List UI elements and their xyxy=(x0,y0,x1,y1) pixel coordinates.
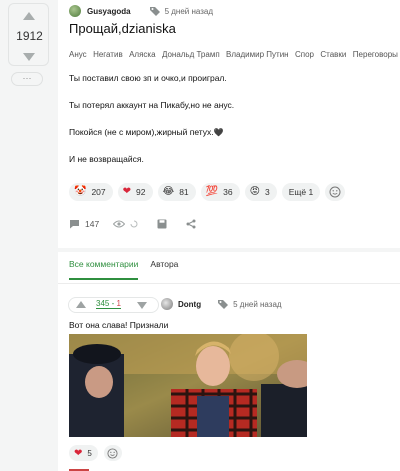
comment-author-name[interactable]: Dontg xyxy=(178,300,201,309)
comment-text: Вот она слава! Признали xyxy=(69,320,169,330)
comment-score-plus: 345 xyxy=(96,299,110,308)
comment-icon xyxy=(70,220,79,229)
reaction-count: 207 xyxy=(91,187,106,197)
rating-rail: 1912 ··· xyxy=(0,0,58,471)
post-text-line: И не возвращайся. xyxy=(69,154,144,164)
reaction-angry[interactable]: 😡 3 xyxy=(244,183,277,201)
comment-vote-box: 345 - 1 xyxy=(68,297,159,313)
more-reactions-button[interactable]: Ещё 1 xyxy=(281,183,321,201)
save-icon xyxy=(157,219,167,229)
tag-link[interactable]: Переговоры xyxy=(353,50,398,59)
tag-link[interactable]: Аляска xyxy=(129,50,155,59)
angry-icon: 😡 xyxy=(249,186,261,197)
post-vote-box: 1912 xyxy=(8,3,49,66)
add-reaction-icon xyxy=(329,186,341,198)
post-rating: 1912 xyxy=(16,29,43,43)
comment-like-button[interactable]: ❤ 5 xyxy=(69,445,98,461)
tag-link[interactable]: Ставки xyxy=(320,50,346,59)
post-title[interactable]: Прощай,dzianiska xyxy=(69,21,176,36)
comments-card: Все комментарии Автора 345 - 1 Dontg 5 д… xyxy=(58,252,400,471)
reactions-bar: 🤡 207 ❤ 92 😂 81 💯 36 😡 3 Ещё 1 xyxy=(69,183,346,201)
reaction-count: 36 xyxy=(223,187,233,197)
views-indicator xyxy=(113,220,143,228)
post-text-span: Покойся (не с миром),жирный петух. xyxy=(69,127,214,137)
comment-image[interactable] xyxy=(69,334,307,437)
tabs-divider xyxy=(58,283,400,284)
post-time: 5 дней назад xyxy=(164,6,214,16)
hundred-icon: 💯 xyxy=(205,186,219,197)
comment-like-count: 5 xyxy=(87,448,92,458)
comment-downvote-icon[interactable] xyxy=(137,302,147,309)
comments-count: 147 xyxy=(85,219,100,229)
heart-icon: ❤ xyxy=(122,186,132,197)
black-heart-icon: 🖤 xyxy=(213,128,224,137)
author-name[interactable]: Gusyagoda xyxy=(87,7,131,16)
tag-link[interactable]: Негатив xyxy=(93,50,123,59)
comments-tabs: Все комментарии Автора xyxy=(69,259,190,280)
tag-link[interactable]: Владимир Путин xyxy=(226,50,289,59)
tag-icon xyxy=(218,300,229,309)
share-icon xyxy=(186,219,196,229)
post-text-line: Ты потерял аккаунт на Пикабу,но не анус. xyxy=(69,100,235,110)
downvote-icon[interactable] xyxy=(23,53,35,61)
comment-photo xyxy=(69,334,307,437)
reaction-count: 3 xyxy=(265,187,270,197)
post-tags: Анус Негатив Аляска Дональд Трамп Владим… xyxy=(69,50,400,59)
share-button[interactable] xyxy=(186,219,201,229)
add-reaction-icon xyxy=(107,447,118,459)
comment-author-avatar[interactable] xyxy=(161,298,173,310)
reaction-hundred[interactable]: 💯 36 xyxy=(200,183,240,201)
comment-time: 5 дней назад xyxy=(233,299,282,309)
laugh-icon: 😂 xyxy=(162,186,175,197)
post-card: Gusyagoda 5 дней назад Прощай,dzianiska … xyxy=(58,0,400,248)
reaction-clown[interactable]: 🤡 207 xyxy=(69,183,113,201)
tag-link[interactable]: Дональд Трамп xyxy=(162,50,220,59)
save-button[interactable] xyxy=(157,219,172,229)
comment-header: Dontg 5 дней назад xyxy=(161,298,282,310)
clown-icon: 🤡 xyxy=(74,186,87,197)
tag-link[interactable]: Анус xyxy=(69,50,87,59)
comment-upvote-icon[interactable] xyxy=(76,301,86,308)
tab-author-comments[interactable]: Автора xyxy=(150,259,178,280)
tag-link[interactable]: Спор xyxy=(295,50,314,59)
tab-all-comments[interactable]: Все комментарии xyxy=(69,259,139,280)
post-text-line: Ты поставил свою зп и очко,и проиграл. xyxy=(69,73,227,83)
comment-add-reaction-button[interactable] xyxy=(103,445,122,461)
reaction-laugh[interactable]: 😂 81 xyxy=(157,183,196,201)
author-avatar[interactable] xyxy=(69,5,81,17)
reaction-heart[interactable]: ❤ 92 xyxy=(117,183,153,201)
eye-icon xyxy=(113,220,126,228)
comments-button[interactable]: 147 xyxy=(69,219,99,229)
upvote-icon[interactable] xyxy=(23,12,35,20)
heart-icon: ❤ xyxy=(74,447,83,459)
post-header: Gusyagoda 5 дней назад xyxy=(69,4,213,18)
loading-spinner-icon xyxy=(130,220,138,228)
post-actions: 147 xyxy=(69,219,215,229)
reaction-count: 92 xyxy=(136,187,146,197)
tag-icon xyxy=(149,7,160,16)
comment-score-minus: 1 xyxy=(116,299,121,308)
comment-score: 345 - 1 xyxy=(96,299,121,309)
more-options-button[interactable]: ··· xyxy=(11,72,43,86)
add-reaction-button[interactable] xyxy=(325,183,346,201)
reaction-count: 81 xyxy=(179,187,189,197)
post-text-line: Покойся (не с миром),жирный петух.🖤 xyxy=(69,127,224,137)
comment-reactions: ❤ 5 xyxy=(69,445,122,461)
